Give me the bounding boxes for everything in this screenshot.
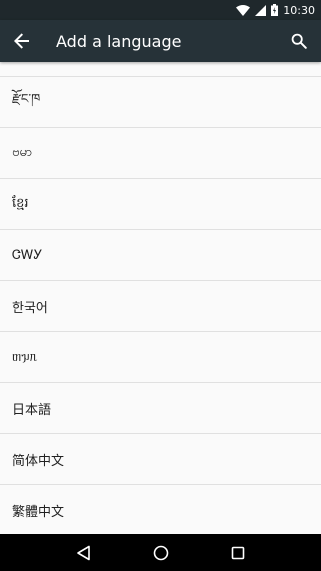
recents-square-icon	[231, 546, 244, 559]
nav-home-button[interactable]	[146, 538, 176, 568]
language-label: 日本語	[12, 402, 52, 418]
back-button[interactable]	[0, 20, 44, 62]
search-button[interactable]	[277, 20, 321, 62]
language-label: ខ្មែរ	[12, 195, 29, 211]
language-label: ᏣᎳᎩ	[12, 247, 43, 263]
status-time: 10:30	[283, 3, 315, 17]
language-item[interactable]: 简体中文	[0, 434, 321, 485]
language-label: ᥖᥭᥰ	[12, 349, 38, 365]
language-item[interactable]: ᥖᥭᥰ	[0, 332, 321, 383]
search-icon	[291, 33, 307, 49]
language-item[interactable]: ᏣᎳᎩ	[0, 230, 321, 281]
language-item[interactable]: ខ្មែរ	[0, 179, 321, 230]
back-arrow-icon	[14, 33, 29, 49]
language-label: 简体中文	[12, 453, 65, 469]
language-label: རྫོང་ཁ	[12, 91, 41, 107]
battery-icon	[271, 4, 279, 16]
navigation-bar	[0, 534, 321, 571]
list-item-partial[interactable]	[0, 62, 321, 77]
wifi-icon	[236, 4, 251, 16]
language-item[interactable]: 한국어	[0, 281, 321, 332]
home-circle-icon	[153, 545, 168, 560]
language-item[interactable]: རྫོང་ཁ	[0, 77, 321, 128]
nav-recents-button[interactable]	[223, 538, 253, 568]
language-label: 한국어	[12, 300, 48, 316]
nav-back-button[interactable]	[69, 538, 99, 568]
app-bar: Add a language	[0, 20, 321, 62]
language-label: ဗမာ	[12, 144, 33, 160]
status-bar: 10:30	[0, 0, 321, 20]
language-list: རྫོང་ཁ ဗမာ ខ្មែរ ᏣᎳᎩ 한국어 ᥖᥭᥰ 日本語 简体中文 繁體…	[0, 62, 321, 534]
back-triangle-icon	[76, 545, 90, 560]
language-item[interactable]: ဗမာ	[0, 128, 321, 179]
language-label: 繁體中文	[12, 504, 65, 520]
language-item[interactable]: 日本語	[0, 383, 321, 434]
page-title: Add a language	[56, 31, 182, 51]
language-item[interactable]: 繁體中文	[0, 485, 321, 534]
signal-icon	[255, 4, 267, 16]
